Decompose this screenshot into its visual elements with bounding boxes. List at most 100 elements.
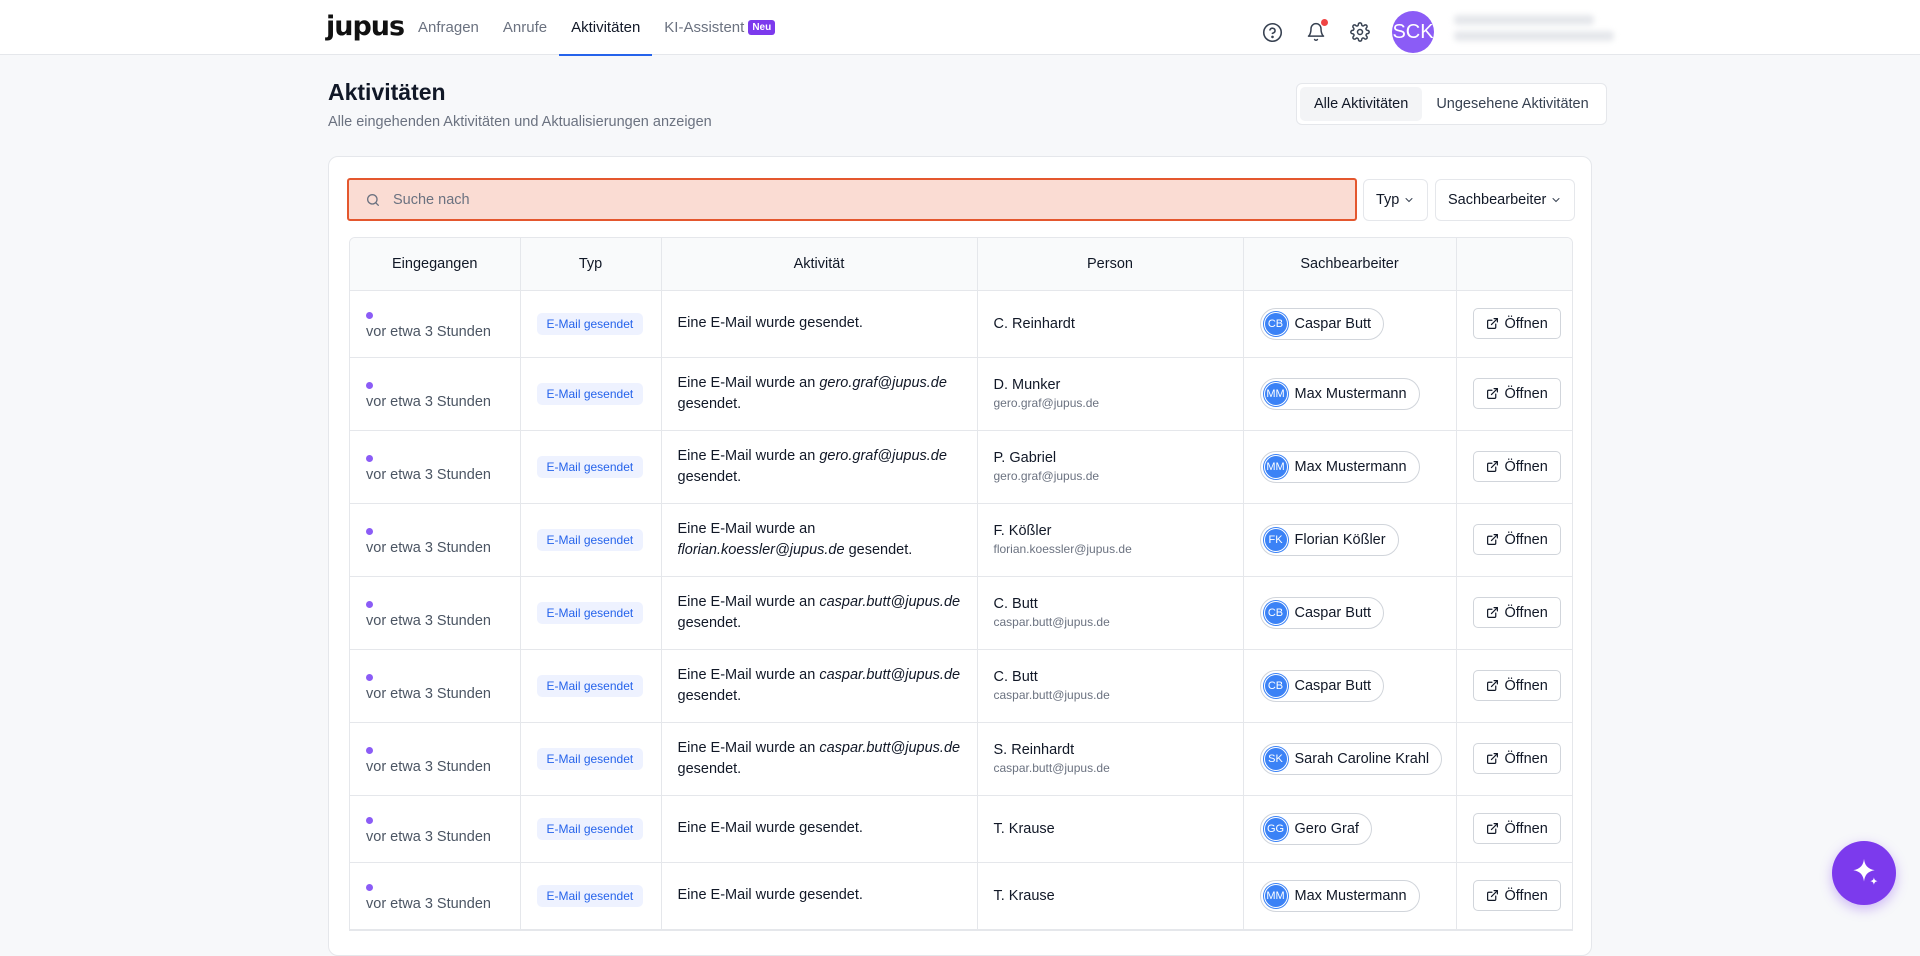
open-button[interactable]: Öffnen (1472, 880, 1561, 911)
cell-actions: Öffnen (1456, 357, 1572, 431)
person-name: S. Reinhardt (993, 742, 1075, 758)
table-row[interactable]: vor etwa 3 Stunden E-Mail gesendet Eine … (350, 430, 1572, 504)
type-dropdown[interactable]: Typ (1363, 179, 1429, 221)
agent-chip[interactable]: SK Sarah Caroline Krahl (1259, 742, 1443, 775)
activity-text: Eine E-Mail wurde an (677, 667, 820, 684)
open-button[interactable]: Öffnen (1472, 378, 1561, 409)
unseen-dot (366, 528, 373, 536)
nav-label: Anrufe (502, 19, 548, 36)
help-button[interactable] (1256, 16, 1288, 48)
agent-chip[interactable]: CB Caspar Butt (1259, 307, 1385, 340)
open-label: Öffnen (1504, 750, 1548, 767)
activity-email: florian.koessler@jupus.de (677, 541, 845, 558)
activity-text: Eine E-Mail wurde an (677, 448, 820, 465)
cell-activity: Eine E-Mail wurde an gero.graf@jupus.de … (661, 430, 978, 504)
type-badge: E-Mail gesendet (536, 601, 644, 624)
received-time: vor etwa 3 Stunden (366, 758, 491, 775)
nav-ki-assistent[interactable]: KI-Assistent Neu (652, 0, 787, 55)
open-label: Öffnen (1504, 315, 1548, 332)
person-name: C. Reinhardt (993, 315, 1075, 332)
activity-email: caspar.butt@jupus.de (819, 740, 961, 757)
nav-anfragen[interactable]: Anfragen (406, 0, 491, 55)
external-link-icon (1486, 890, 1498, 901)
table-row[interactable]: vor etwa 3 Stunden E-Mail gesendet Eine … (350, 649, 1572, 723)
activity-text-end: gesendet. (844, 541, 913, 558)
ai-assistant-button[interactable] (1832, 841, 1896, 905)
activity-description: Eine E-Mail wurde an florian.koessler@ju… (678, 519, 961, 560)
agent-chip[interactable]: MM Max Mustermann (1259, 879, 1420, 912)
agent-chip[interactable]: GG Gero Graf (1259, 812, 1372, 845)
table-row[interactable]: vor etwa 3 Stunden E-Mail gesendet Eine … (350, 722, 1572, 796)
help-circle-icon (1262, 22, 1282, 42)
cell-actions: Öffnen (1456, 576, 1572, 650)
cell-actions: Öffnen (1456, 290, 1572, 358)
cell-received: vor etwa 3 Stunden (350, 290, 521, 358)
chevron-down-icon (1405, 198, 1413, 203)
new-badge: Neu (748, 20, 776, 35)
nav-anrufe[interactable]: Anrufe (491, 0, 559, 55)
activity-description: Eine E-Mail wurde gesendet. (678, 885, 961, 905)
agent-dropdown[interactable]: Sachbearbeiter (1435, 179, 1576, 221)
agent-name: Max Mustermann (1294, 887, 1407, 904)
search-box[interactable] (347, 178, 1357, 221)
open-label: Öffnen (1504, 887, 1548, 904)
table-row[interactable]: vor etwa 3 Stunden E-Mail gesendet Eine … (350, 290, 1572, 358)
user-avatar[interactable]: SCK (1392, 11, 1434, 53)
open-label: Öffnen (1504, 458, 1548, 475)
agent-chip[interactable]: MM Max Mustermann (1259, 377, 1420, 410)
activity-description: Eine E-Mail wurde an caspar.butt@jupus.d… (678, 592, 961, 633)
agent-avatar: FK (1263, 527, 1288, 552)
open-button[interactable]: Öffnen (1472, 308, 1561, 339)
table-row[interactable]: vor etwa 3 Stunden E-Mail gesendet Eine … (350, 862, 1572, 930)
unseen-dot (366, 312, 373, 320)
activity-text: Eine E-Mail wurde an (677, 594, 820, 611)
nav-aktivitaeten[interactable]: Aktivitäten (559, 0, 653, 56)
filter-all-activities[interactable]: Alle Aktivitäten (1300, 87, 1423, 121)
cell-type: E-Mail gesendet (520, 862, 662, 930)
column-header-activity[interactable]: Aktivität (661, 238, 978, 291)
jupus-logo[interactable]: jupus (326, 11, 405, 42)
agent-avatar: MM (1263, 381, 1288, 406)
table-row[interactable]: vor etwa 3 Stunden E-Mail gesendet Eine … (350, 576, 1572, 650)
search-input[interactable] (393, 191, 1293, 208)
type-badge: E-Mail gesendet (536, 817, 644, 840)
agent-chip[interactable]: MM Max Mustermann (1259, 450, 1420, 483)
open-button[interactable]: Öffnen (1472, 743, 1561, 774)
agent-avatar: MM (1263, 883, 1288, 908)
open-button[interactable]: Öffnen (1472, 670, 1561, 701)
open-button[interactable]: Öffnen (1472, 451, 1561, 482)
open-label: Öffnen (1504, 820, 1548, 837)
agent-chip[interactable]: FK Florian Kößler (1259, 523, 1399, 556)
table-row[interactable]: vor etwa 3 Stunden E-Mail gesendet Eine … (350, 503, 1572, 577)
cell-type: E-Mail gesendet (520, 649, 662, 723)
agent-chip[interactable]: CB Caspar Butt (1259, 596, 1385, 629)
cell-person: P. Gabriel gero.graf@jupus.de (977, 430, 1244, 504)
column-header-agent[interactable]: Sachbearbeiter (1243, 238, 1457, 291)
agent-chip[interactable]: CB Caspar Butt (1259, 669, 1385, 702)
external-link-icon (1486, 388, 1498, 399)
nav-label: KI-Assistent (664, 19, 745, 36)
unseen-dot (366, 747, 373, 755)
filter-unseen-activities[interactable]: Ungesehene Aktivitäten (1422, 87, 1602, 121)
column-header-actions (1456, 238, 1572, 291)
cell-person: T. Krause (977, 795, 1244, 863)
agent-name: Sarah Caroline Krahl (1294, 750, 1430, 767)
column-header-received[interactable]: Eingegangen (350, 238, 521, 291)
activity-description: Eine E-Mail wurde gesendet. (678, 313, 961, 333)
notifications-button[interactable] (1300, 16, 1332, 48)
open-button[interactable]: Öffnen (1472, 813, 1561, 844)
activity-description: Eine E-Mail wurde an caspar.butt@jupus.d… (678, 665, 961, 706)
cell-activity: Eine E-Mail wurde an florian.koessler@ju… (661, 503, 978, 577)
external-link-icon (1486, 318, 1498, 329)
column-header-type[interactable]: Typ (520, 238, 662, 291)
settings-button[interactable] (1344, 16, 1376, 48)
open-button[interactable]: Öffnen (1472, 524, 1561, 555)
open-button[interactable]: Öffnen (1472, 597, 1561, 628)
table-row[interactable]: vor etwa 3 Stunden E-Mail gesendet Eine … (350, 795, 1572, 863)
type-badge: E-Mail gesendet (536, 312, 644, 335)
column-header-person[interactable]: Person (977, 238, 1244, 291)
person-email: gero.graf@jupus.de (993, 396, 1100, 410)
table-row[interactable]: vor etwa 3 Stunden E-Mail gesendet Eine … (350, 357, 1572, 431)
activity-text: Eine E-Mail wurde gesendet. (677, 887, 863, 904)
user-info-blurred[interactable] (1454, 15, 1614, 49)
